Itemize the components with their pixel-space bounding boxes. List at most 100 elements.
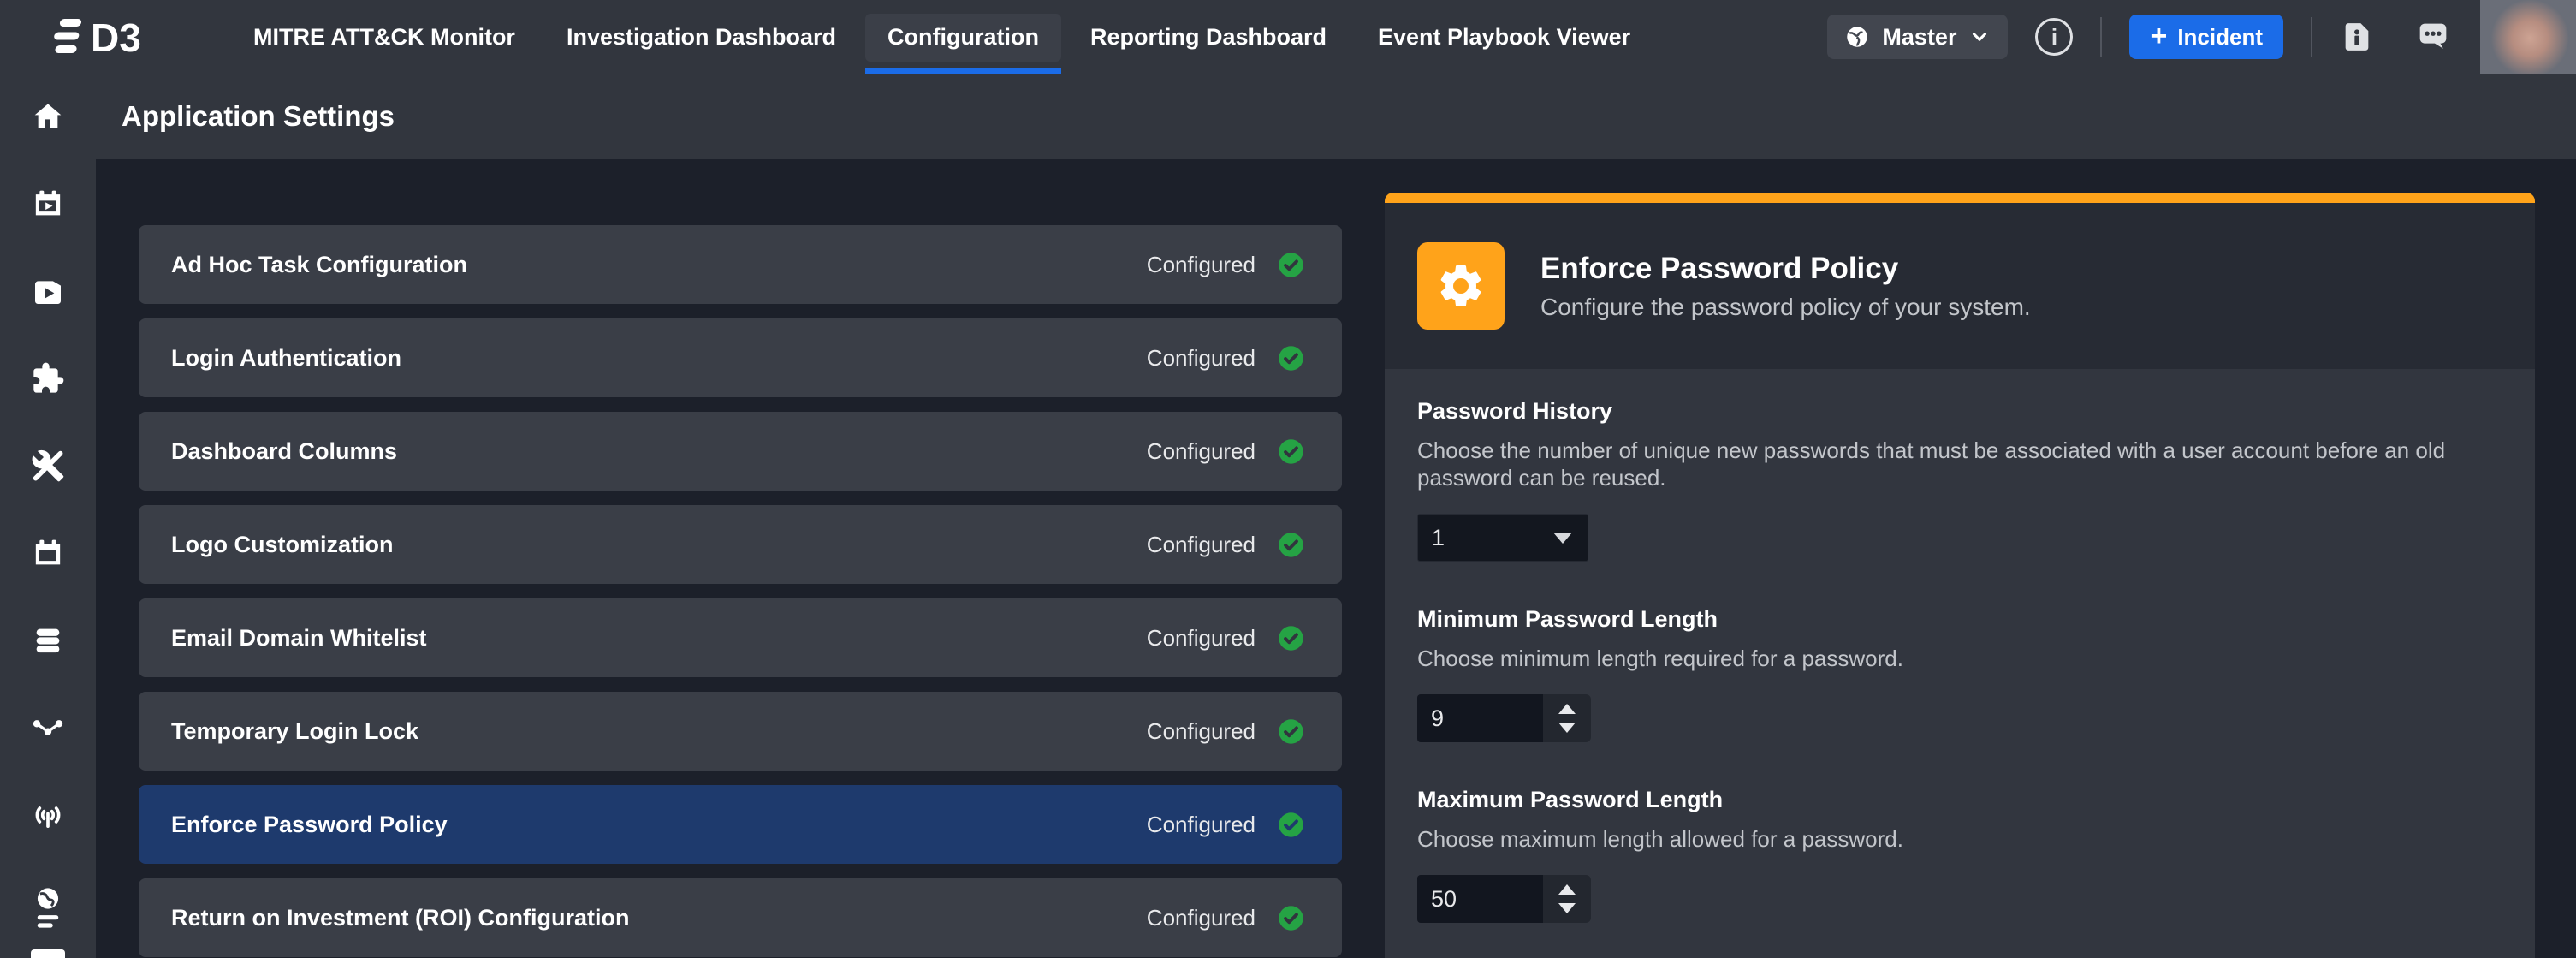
tab-investigation-dashboard[interactable]: Investigation Dashboard	[541, 0, 862, 74]
field-maximum-password-length: Maximum Password Length Choose maximum l…	[1417, 787, 2501, 923]
chevron-down-icon	[1968, 26, 1991, 48]
tab-reporting-dashboard[interactable]: Reporting Dashboard	[1065, 0, 1352, 74]
primary-nav: MITRE ATT&CK Monitor Investigation Dashb…	[228, 0, 1656, 74]
settings-item-label: Enforce Password Policy	[171, 812, 1147, 838]
settings-item-label: Logo Customization	[171, 532, 1147, 558]
d3-logo-icon: D3	[46, 13, 180, 61]
globe-icon	[1844, 24, 1870, 50]
tools-icon[interactable]	[31, 449, 65, 483]
tab-label: Configuration	[887, 24, 1039, 51]
topbar-right-cluster: Master i + Incident	[1827, 0, 2576, 74]
topbar-divider	[2100, 17, 2102, 57]
topbar-divider	[2311, 17, 2312, 57]
settings-item-roi-configuration[interactable]: Return on Investment (ROI) Configuration…	[139, 878, 1342, 957]
field-description: Choose maximum length allowed for a pass…	[1417, 825, 2483, 853]
home-icon[interactable]	[31, 99, 65, 134]
field-description: Choose minimum length required for a pas…	[1417, 645, 2483, 672]
document-info-icon	[2340, 18, 2374, 56]
settings-item-label: Dashboard Columns	[171, 438, 1147, 465]
settings-item-logo-customization[interactable]: Logo Customization Configured	[139, 505, 1342, 584]
configured-check-icon	[1278, 812, 1304, 838]
status-text: Configured	[1147, 252, 1255, 278]
status-text: Configured	[1147, 438, 1255, 465]
status-text: Configured	[1147, 532, 1255, 558]
status-text: Configured	[1147, 905, 1255, 931]
settings-item-label: Email Domain Whitelist	[171, 625, 1147, 652]
settings-item-temporary-login-lock[interactable]: Temporary Login Lock Configured	[139, 692, 1342, 771]
settings-item-ad-hoc-task-configuration[interactable]: Ad Hoc Task Configuration Configured	[139, 225, 1342, 304]
settings-item-login-authentication[interactable]: Login Authentication Configured	[139, 318, 1342, 397]
status-text: Configured	[1147, 345, 1255, 372]
calendar-play-icon[interactable]	[31, 187, 65, 221]
share-nodes-icon[interactable]	[31, 711, 65, 745]
tab-event-playbook-viewer[interactable]: Event Playbook Viewer	[1352, 0, 1656, 74]
svg-text:D3: D3	[91, 15, 141, 60]
field-minimum-password-length: Minimum Password Length Choose minimum l…	[1417, 606, 2501, 742]
incident-button-label: Incident	[2177, 24, 2263, 51]
status-text: Configured	[1147, 625, 1255, 652]
broadcast-icon[interactable]	[31, 798, 65, 832]
settings-item-label: Ad Hoc Task Configuration	[171, 252, 1147, 278]
settings-item-label: Temporary Login Lock	[171, 718, 1147, 745]
dropdown-value: 1	[1432, 525, 1445, 551]
configured-check-icon	[1278, 718, 1304, 745]
field-password-history: Password History Choose the number of un…	[1417, 398, 2501, 562]
settings-item-email-domain-whitelist[interactable]: Email Domain Whitelist Configured	[139, 598, 1342, 677]
panel-body: Password History Choose the number of un…	[1385, 369, 2535, 958]
new-incident-button[interactable]: + Incident	[2129, 15, 2283, 59]
field-label: Maximum Password Length	[1417, 787, 2501, 813]
chat-bubble-icon	[2413, 17, 2453, 57]
status-text: Configured	[1147, 812, 1255, 838]
release-notes-icon[interactable]	[2340, 18, 2374, 56]
tab-label: MITRE ATT&CK Monitor	[253, 24, 515, 51]
stepper-buttons	[1543, 694, 1591, 742]
tab-label: Reporting Dashboard	[1090, 24, 1327, 51]
field-label: Password History	[1417, 398, 2501, 425]
stepper-buttons	[1543, 875, 1591, 923]
puzzle-icon[interactable]	[31, 361, 65, 396]
tab-label: Event Playbook Viewer	[1378, 24, 1630, 51]
app-window: D3 MITRE ATT&CK Monitor Investigation Da…	[0, 0, 2576, 958]
settings-item-enforce-password-policy[interactable]: Enforce Password Policy Configured	[139, 785, 1342, 864]
plus-icon: +	[2150, 21, 2167, 51]
user-avatar[interactable]	[2480, 0, 2576, 74]
chat-icon[interactable]	[2413, 17, 2453, 57]
configured-check-icon	[1278, 252, 1304, 278]
page-header: Application Settings	[96, 74, 2576, 159]
panel-accent-bar	[1385, 193, 2535, 203]
settings-item-label: Return on Investment (ROI) Configuration	[171, 905, 1147, 931]
stepper-up-icon[interactable]	[1558, 704, 1576, 714]
maximum-password-length-input[interactable]	[1417, 875, 1543, 923]
stepper-down-icon[interactable]	[1558, 723, 1576, 733]
password-history-dropdown[interactable]: 1	[1417, 514, 1588, 562]
left-icon-sidebar	[0, 74, 96, 958]
calendar-icon[interactable]	[31, 536, 65, 570]
tab-configuration[interactable]: Configuration	[862, 0, 1065, 74]
configured-check-icon	[1278, 905, 1304, 931]
d3-logo[interactable]: D3	[46, 13, 180, 61]
settings-content: Ad Hoc Task Configuration Configured Log…	[96, 159, 2576, 958]
field-description: Choose the number of unique new password…	[1417, 437, 2483, 491]
gear-icon	[1417, 242, 1505, 330]
tab-label: Investigation Dashboard	[567, 24, 836, 51]
settings-list: Ad Hoc Task Configuration Configured Log…	[139, 225, 1342, 958]
configured-check-icon	[1278, 345, 1304, 372]
globe-list-icon[interactable]	[31, 885, 65, 938]
database-icon[interactable]	[31, 623, 65, 658]
stepper-up-icon[interactable]	[1558, 884, 1576, 895]
site-selector-dropdown[interactable]: Master	[1827, 15, 2008, 59]
settings-item-dashboard-columns[interactable]: Dashboard Columns Configured	[139, 412, 1342, 491]
stepper-down-icon[interactable]	[1558, 903, 1576, 913]
panel-header: Enforce Password Policy Configure the pa…	[1385, 203, 2535, 369]
top-nav-bar: D3 MITRE ATT&CK Monitor Investigation Da…	[0, 0, 2576, 74]
minimum-password-length-input[interactable]	[1417, 694, 1543, 742]
video-playbook-icon[interactable]	[31, 274, 65, 308]
dropdown-caret-icon	[1553, 533, 1572, 544]
info-icon[interactable]: i	[2035, 18, 2073, 56]
cutoff-sidebar-icon[interactable]	[31, 949, 65, 958]
configured-check-icon	[1278, 438, 1304, 465]
enforce-password-policy-panel: Enforce Password Policy Configure the pa…	[1385, 193, 2535, 958]
tab-mitre-attck-monitor[interactable]: MITRE ATT&CK Monitor	[228, 0, 541, 74]
settings-item-label: Login Authentication	[171, 345, 1147, 372]
maximum-password-length-stepper	[1417, 875, 1591, 923]
